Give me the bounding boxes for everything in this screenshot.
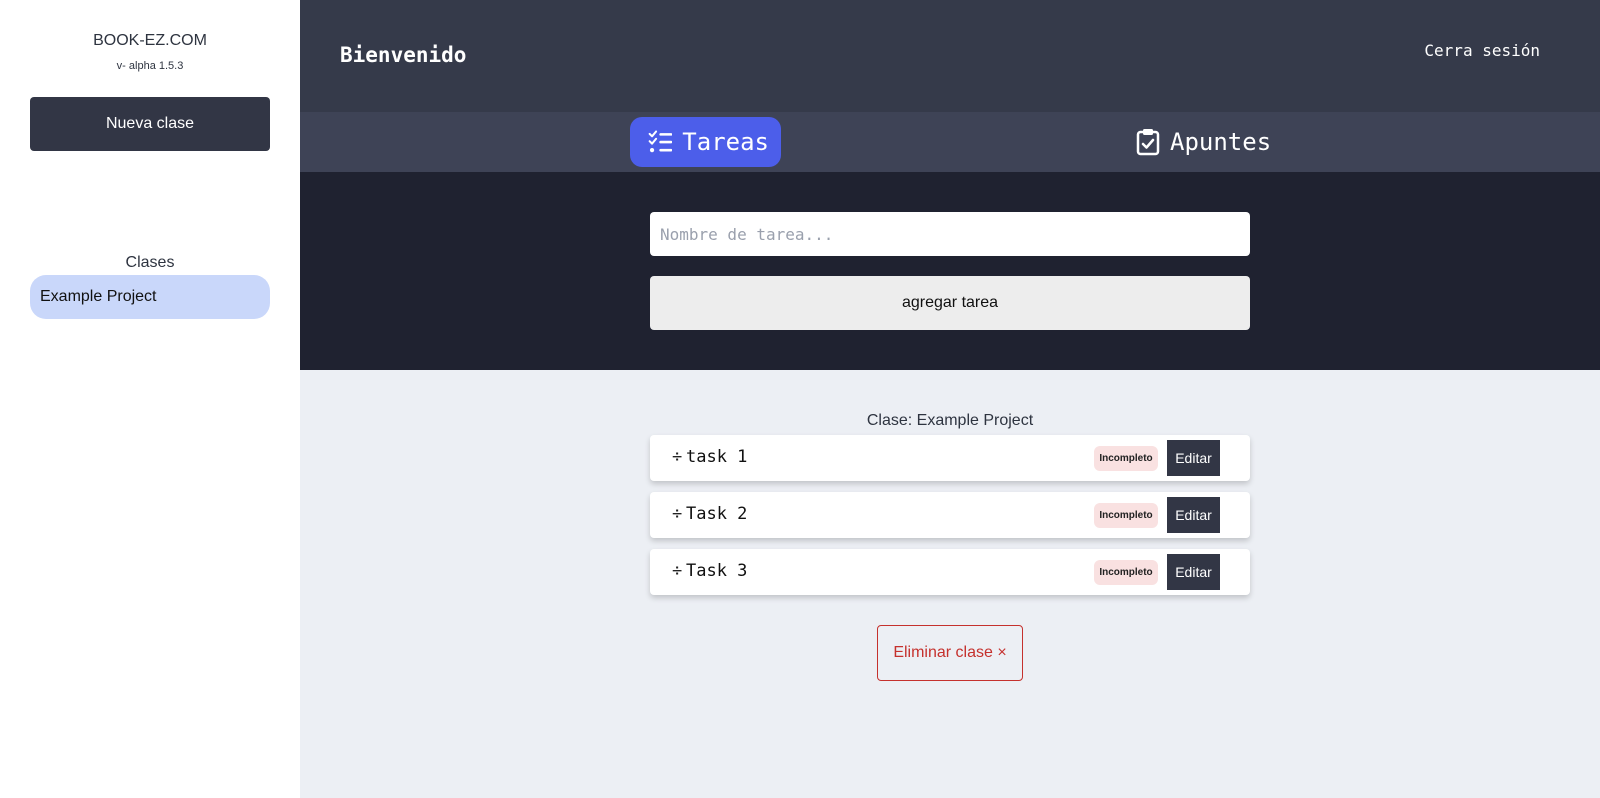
new-task-form: agregar tarea — [300, 172, 1600, 370]
tab-bar: Tareas Apuntes — [300, 112, 1600, 172]
status-badge: Incompleto — [1094, 560, 1158, 585]
logout-link[interactable]: Cerra sesión — [1424, 41, 1540, 60]
task-row: ÷ task 1 Incompleto Editar — [650, 435, 1250, 481]
clipboard-check-icon — [1136, 129, 1160, 156]
edit-task-button[interactable]: Editar — [1167, 497, 1220, 533]
status-badge: Incompleto — [1094, 503, 1158, 528]
add-task-button[interactable]: agregar tarea — [650, 276, 1250, 330]
version-label: v- alpha 1.5.3 — [116, 60, 184, 72]
task-row: ÷ Task 3 Incompleto Editar — [650, 549, 1250, 595]
drag-handle-icon[interactable]: ÷ — [672, 504, 682, 524]
drag-handle-icon[interactable]: ÷ — [672, 561, 682, 581]
drag-handle-icon[interactable]: ÷ — [672, 447, 682, 467]
top-header: Bienvenido Cerra sesión — [300, 0, 1600, 112]
edit-task-button[interactable]: Editar — [1167, 440, 1220, 476]
edit-task-button[interactable]: Editar — [1167, 554, 1220, 590]
delete-class-button[interactable]: Eliminar clase × — [877, 625, 1023, 681]
task-name: Task 2 — [686, 504, 748, 524]
sidebar: BOOK-EZ.COM v- alpha 1.5.3 Nueva clase C… — [0, 0, 300, 798]
tab-apuntes-label: Apuntes — [1170, 128, 1272, 156]
brand-title: BOOK-EZ.COM — [93, 32, 207, 49]
status-badge: Incompleto — [1094, 446, 1158, 471]
new-class-button[interactable]: Nueva clase — [30, 97, 270, 151]
sidebar-item-example-project[interactable]: Example Project — [30, 275, 270, 319]
class-list-title: Clase: Example Project — [866, 412, 1034, 429]
task-name: task 1 — [686, 447, 748, 467]
welcome-title: Bienvenido — [340, 43, 467, 67]
classes-heading: Clases — [125, 254, 175, 271]
checklist-icon — [648, 130, 673, 153]
task-name: Task 3 — [686, 561, 748, 581]
tab-apuntes[interactable]: Apuntes — [1118, 117, 1283, 167]
tab-tareas-label: Tareas — [682, 128, 769, 156]
tab-tareas[interactable]: Tareas — [630, 117, 781, 167]
task-row: ÷ Task 2 Incompleto Editar — [650, 492, 1250, 538]
task-name-input[interactable] — [650, 212, 1250, 256]
